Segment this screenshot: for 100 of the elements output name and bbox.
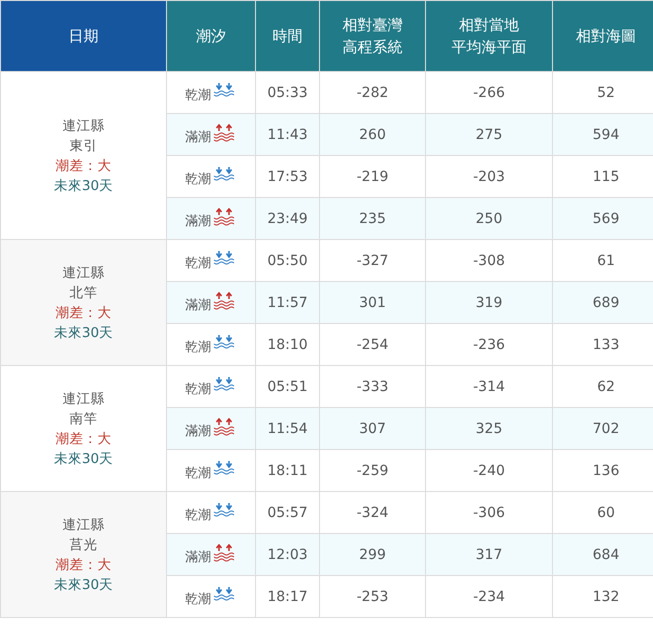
table-cell: 317 — [476, 546, 502, 562]
column-header: 相對海圖 — [575, 26, 637, 47]
table-cell: -259 — [356, 462, 388, 478]
tide-time: 05:33 — [267, 84, 308, 100]
tide-type: 乾潮 — [185, 86, 211, 104]
table-cell: 260 — [359, 126, 386, 142]
next-30-days-link[interactable]: 未來30天 — [1, 574, 166, 594]
table-cell: 235 — [359, 210, 386, 226]
table-cell: 133 — [592, 336, 620, 352]
column-header: 相對當地 — [458, 15, 520, 36]
next-30-days-link[interactable]: 未來30天 — [1, 448, 166, 468]
falling-tide-icon — [213, 460, 237, 478]
table-cell: -254 — [356, 336, 388, 352]
tide-type: 乾潮 — [185, 506, 211, 524]
column-header: 高程系統 — [342, 37, 404, 58]
table-cell: -253 — [356, 588, 388, 604]
tide-time: 11:54 — [267, 420, 308, 436]
table-cell: -333 — [356, 378, 388, 394]
tide-type: 乾潮 — [185, 464, 211, 482]
tide-type: 滿潮 — [185, 128, 211, 146]
table-cell: -308 — [473, 252, 505, 268]
tide-time: 12:03 — [267, 546, 308, 562]
tide-type: 滿潮 — [185, 296, 211, 314]
tide-time: 05:51 — [267, 378, 308, 394]
tide-range: 潮差：大 — [54, 556, 112, 574]
table-cell: -234 — [473, 588, 505, 604]
table-cell: -240 — [473, 462, 505, 478]
falling-tide-icon — [213, 586, 237, 604]
station-name: 莒光 — [68, 536, 98, 554]
table-cell: 594 — [592, 126, 620, 142]
rising-tide-icon — [213, 208, 237, 226]
column-header: 平均海平面 — [450, 37, 528, 58]
table-cell: 52 — [597, 84, 615, 100]
table-cell: -306 — [473, 504, 505, 520]
table-cell: -219 — [356, 168, 388, 184]
tide-range: 潮差：大 — [54, 430, 112, 448]
tide-type: 乾潮 — [185, 254, 211, 272]
falling-tide-icon — [213, 334, 237, 352]
rising-tide-icon — [213, 418, 237, 436]
falling-tide-icon — [213, 82, 237, 100]
county-name: 連江縣 — [62, 516, 106, 534]
tide-type: 滿潮 — [185, 422, 211, 440]
table-cell: -314 — [473, 378, 505, 394]
next-30-days-link[interactable]: 未來30天 — [1, 322, 166, 342]
next-30-days-link[interactable]: 未來30天 — [1, 176, 166, 196]
table-cell: -282 — [356, 84, 388, 100]
table-cell: 301 — [359, 294, 386, 310]
tide-time: 05:57 — [267, 504, 308, 520]
tide-type: 乾潮 — [185, 170, 211, 188]
table-cell: 307 — [359, 420, 386, 436]
column-header: 時間 — [272, 26, 304, 47]
rising-tide-icon — [213, 124, 237, 142]
rising-tide-icon — [213, 544, 237, 562]
tide-time: 23:49 — [267, 210, 308, 226]
tide-type: 乾潮 — [185, 338, 211, 356]
tide-time: 18:10 — [267, 336, 308, 352]
tide-range: 潮差：大 — [54, 156, 112, 176]
table-cell: 132 — [592, 588, 620, 604]
tide-range: 潮差：大 — [54, 304, 112, 322]
column-header: 日期 — [68, 26, 100, 47]
falling-tide-icon — [213, 250, 237, 268]
table-cell: -266 — [473, 84, 505, 100]
county-name: 連江縣 — [62, 116, 106, 136]
falling-tide-icon — [213, 376, 237, 394]
tide-type: 滿潮 — [185, 212, 211, 230]
falling-tide-icon — [213, 502, 237, 520]
table-cell: -324 — [356, 504, 388, 520]
county-name: 連江縣 — [62, 264, 106, 282]
table-cell: 299 — [359, 546, 386, 562]
county-name: 連江縣 — [62, 390, 106, 408]
tide-time: 11:43 — [267, 126, 308, 142]
table-cell: 319 — [476, 294, 502, 310]
table-cell: 136 — [592, 462, 620, 478]
table-cell: -203 — [473, 168, 505, 184]
tide-time: 18:11 — [267, 462, 308, 478]
table-cell: 569 — [592, 210, 620, 226]
table-cell: 250 — [476, 210, 502, 226]
tide-time: 18:17 — [267, 588, 308, 604]
table-cell: 62 — [597, 378, 615, 394]
tide-time: 17:53 — [267, 168, 308, 184]
tide-type: 滿潮 — [185, 548, 211, 566]
table-cell: 60 — [597, 504, 615, 520]
table-cell: 275 — [476, 126, 502, 142]
tide-type: 乾潮 — [185, 590, 211, 608]
table-cell: -236 — [473, 336, 505, 352]
table-cell: -327 — [356, 252, 388, 268]
column-header: 潮汐 — [195, 26, 227, 47]
table-cell: 115 — [592, 168, 620, 184]
table-cell: 689 — [592, 294, 620, 310]
tide-time: 11:57 — [267, 294, 308, 310]
tide-type: 乾潮 — [185, 380, 211, 398]
table-cell: 684 — [592, 546, 620, 562]
column-header: 相對臺灣 — [342, 15, 404, 36]
rising-tide-icon — [213, 292, 237, 310]
table-cell: 61 — [597, 252, 615, 268]
table-cell: 325 — [476, 420, 502, 436]
station-name: 東引 — [68, 136, 98, 156]
table-cell: 702 — [592, 420, 620, 436]
station-name: 南竿 — [68, 410, 98, 428]
tide-time: 05:50 — [267, 252, 308, 268]
